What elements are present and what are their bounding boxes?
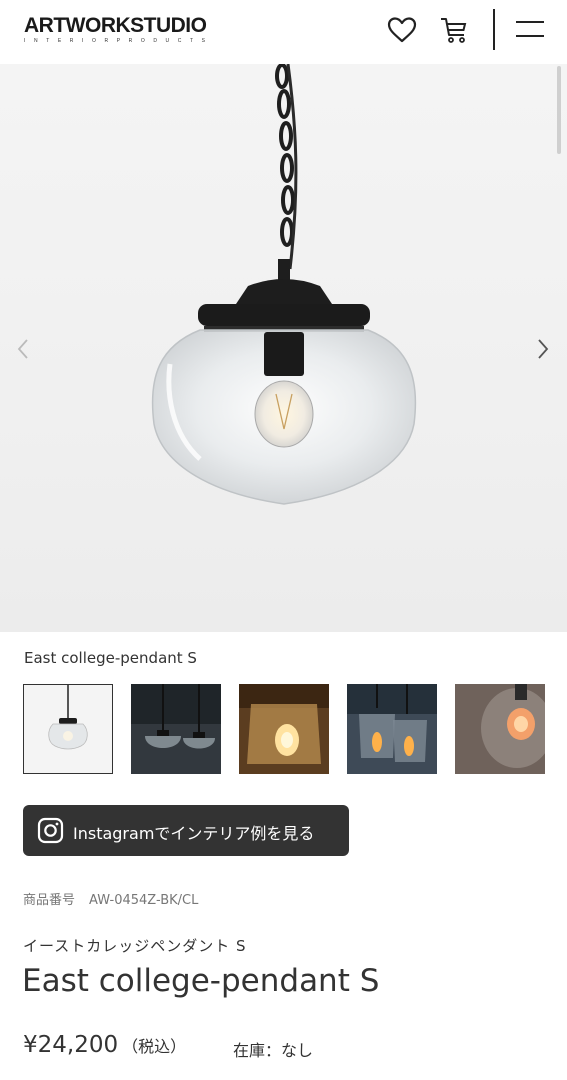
- thumbnail-2[interactable]: [131, 684, 221, 774]
- product-price: ¥24,200: [23, 1032, 119, 1058]
- logo-wordmark: ARTWORKSTUDIO: [24, 14, 207, 37]
- cart-icon[interactable]: [438, 14, 470, 46]
- chevron-left-icon[interactable]: [14, 336, 32, 362]
- page-scrollbar[interactable]: [557, 66, 561, 154]
- site-header: ARTWORKSTUDIO INTERIORPRODUCTS: [0, 0, 567, 64]
- pendant-lamp-photo: [151, 64, 417, 505]
- sku-row: 商品番号 AW-0454Z-BK/CL: [23, 889, 198, 908]
- image-caption: East college-pendant S: [24, 649, 197, 667]
- sku-value: AW-0454Z-BK/CL: [89, 893, 199, 908]
- stock-status: 在庫：なし: [233, 1041, 314, 1060]
- thumbnail-5[interactable]: [455, 684, 553, 774]
- product-title: East college-pendant S: [22, 963, 380, 999]
- chevron-right-icon[interactable]: [534, 336, 552, 362]
- thumbnail-strip: [23, 684, 567, 776]
- instagram-icon: [37, 817, 64, 844]
- header-divider: [493, 9, 495, 50]
- instagram-button-label: Instagramでインテリア例を見る: [73, 824, 315, 843]
- menu-icon[interactable]: [514, 14, 546, 46]
- logo-tagline: INTERIORPRODUCTS: [24, 38, 214, 44]
- heart-icon[interactable]: [386, 14, 418, 46]
- instagram-examples-button[interactable]: Instagramでインテリア例を見る: [23, 805, 349, 856]
- product-main-image[interactable]: [0, 64, 567, 632]
- tax-note: （税込）: [122, 1037, 187, 1056]
- thumbnail-1[interactable]: [23, 684, 113, 774]
- thumbnail-4[interactable]: [347, 684, 437, 774]
- brand-logo[interactable]: ARTWORKSTUDIO INTERIORPRODUCTS: [24, 14, 214, 45]
- sku-label: 商品番号: [23, 893, 76, 908]
- thumbnail-3[interactable]: [239, 684, 329, 774]
- price-row: ¥24,200 （税込）: [23, 1032, 186, 1058]
- product-kana-name: イーストカレッジペンダント S: [23, 937, 247, 955]
